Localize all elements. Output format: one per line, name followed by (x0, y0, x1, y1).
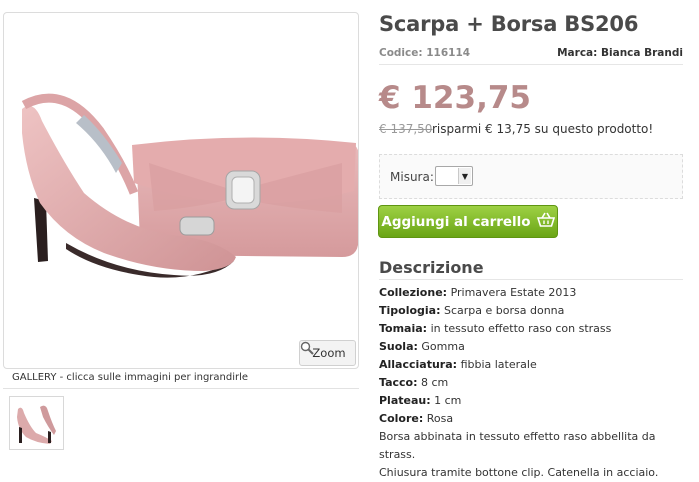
row-value: Rosa (426, 412, 454, 425)
description-heading: Descrizione (379, 258, 484, 277)
description-row: Suola: Gomma (379, 338, 694, 356)
product-code-label: Codice: (379, 47, 423, 59)
brand-value: Bianca Brandi (601, 47, 683, 59)
row-value: 8 cm (421, 376, 449, 389)
dropdown-arrow-icon: ▼ (458, 168, 471, 184)
description-row: Tipologia: Scarpa e borsa donna (379, 302, 694, 320)
product-brand: Marca: Bianca Brandi (557, 47, 683, 59)
row-label: Collezione: (379, 286, 448, 299)
thumbnail-image (17, 405, 56, 444)
size-label: Misura: (390, 170, 434, 184)
gallery-caption: GALLERY - clicca sulle immagini per ingr… (12, 372, 249, 383)
description-row: Tomaia: in tessuto effetto raso con stra… (379, 320, 694, 338)
product-main-image[interactable]: Zoom (3, 12, 359, 369)
row-value: Primavera Estate 2013 (450, 286, 577, 299)
row-label: Allacciatura: (379, 358, 458, 371)
size-select[interactable]: ▼ (435, 166, 473, 186)
old-price: € 137,50 (379, 122, 433, 136)
description-row: Tacco: 8 cm (379, 374, 694, 392)
description-extra-line: Chiusura tramite bottone clip. Catenella… (379, 466, 659, 479)
row-value: in tessuto effetto raso con strass (430, 322, 612, 335)
add-to-cart-button[interactable]: Aggiungi al carrello (378, 205, 558, 238)
row-value: Scarpa e borsa donna (444, 304, 565, 317)
gallery-divider (3, 388, 359, 389)
zoom-button[interactable]: Zoom (299, 340, 356, 366)
description-extra-line: Borsa abbinata in tessuto effetto raso a… (379, 430, 656, 461)
description-row: Colore: Rosa (379, 410, 694, 428)
savings-text: risparmi € 13,75 su questo prodotto! (432, 122, 654, 136)
shoe-and-bag-photo (21, 93, 358, 278)
row-label: Plateau: (379, 394, 431, 407)
brand-label: Marca: (557, 47, 598, 59)
product-code-value: 116114 (426, 47, 471, 59)
row-label: Suola: (379, 340, 418, 353)
description-row: Allacciatura: fibbia laterale (379, 356, 694, 374)
gallery-thumbnail[interactable] (9, 396, 64, 450)
row-label: Tacco: (379, 376, 418, 389)
zoom-label: Zoom (312, 346, 346, 360)
product-code: Codice: 116114 (379, 47, 470, 59)
row-value: fibbia laterale (460, 358, 537, 371)
product-options: Misura: ▼ (379, 154, 683, 199)
description-row: Collezione: Primavera Estate 2013 (379, 284, 694, 302)
row-label: Tomaia: (379, 322, 428, 335)
product-title: Scarpa + Borsa BS206 (379, 12, 639, 36)
description-row: Plateau: 1 cm (379, 392, 694, 410)
description-divider (379, 279, 683, 280)
row-label: Tipologia: (379, 304, 441, 317)
description-list: Collezione: Primavera Estate 2013 Tipolo… (379, 284, 694, 482)
add-to-cart-label: Aggiungi al carrello (381, 213, 531, 230)
basket-icon (536, 212, 555, 231)
header-divider (379, 64, 683, 65)
row-value: 1 cm (434, 394, 462, 407)
row-label: Colore: (379, 412, 424, 425)
row-value: Gomma (421, 340, 465, 353)
product-price: € 123,75 (379, 80, 531, 116)
